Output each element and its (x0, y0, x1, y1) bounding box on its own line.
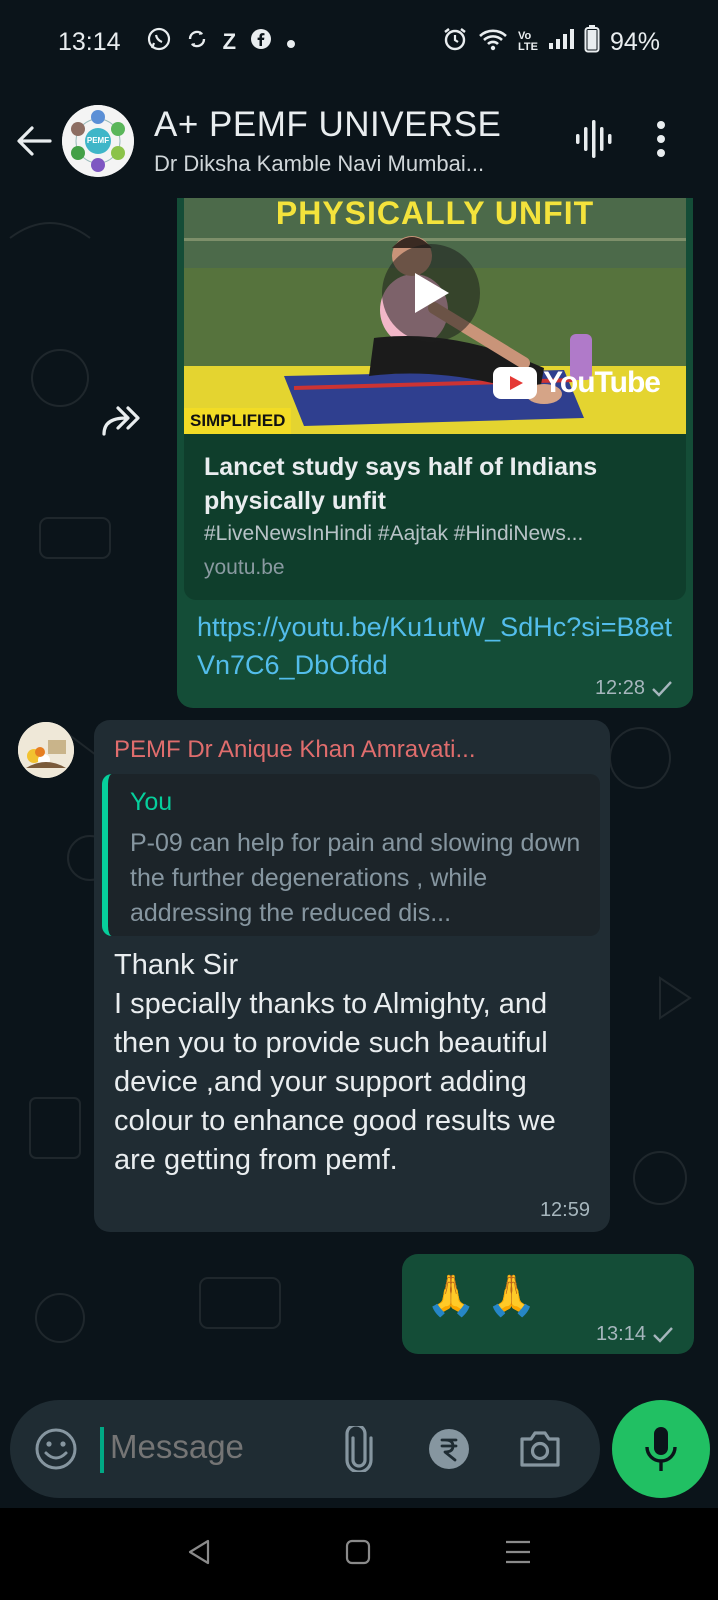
whatsapp-icon (147, 27, 171, 57)
z-icon: Z (222, 29, 237, 54)
rupee-icon (429, 1429, 469, 1469)
chat-header: PEMF A+ PEMF UNIVERSE Dr Diksha Kamble N… (0, 84, 718, 198)
attach-button[interactable] (344, 1423, 374, 1477)
system-nav-bar (0, 1508, 718, 1600)
alarm-icon (442, 26, 468, 58)
payment-button[interactable] (428, 1428, 470, 1475)
arrow-left-icon (17, 126, 52, 156)
sender-avatar-image (18, 722, 74, 778)
single-check-icon (652, 680, 672, 697)
link-description: #LiveNewsInHindi #Aajtak #HindiNews... (204, 522, 584, 545)
sync-icon (185, 27, 209, 57)
incoming-message[interactable]: PEMF Dr Anique Khan Amravati... You P-09… (94, 720, 610, 1232)
system-icons: Vo LTE 94% (442, 25, 660, 59)
sender-name[interactable]: PEMF Dr Anique Khan Amravati... (114, 736, 476, 764)
quoted-message[interactable]: You P-09 can help for pain and slowing d… (102, 774, 600, 936)
battery-level: 94% (609, 27, 660, 56)
outgoing-emoji-message[interactable]: 🙏 🙏 13:14 (402, 1254, 694, 1354)
dot-icon (286, 29, 296, 55)
nav-back-button[interactable] (186, 1538, 212, 1571)
youtube-play-icon (493, 367, 538, 399)
outgoing-link-message[interactable]: PHYSICALLY UNFIT YouTube SIMPLIFIED Lanc… (177, 198, 693, 708)
camera-icon (520, 1431, 560, 1467)
simplified-badge: SIMPLIFIED (184, 408, 292, 434)
message-timestamp: 12:28 (595, 677, 673, 700)
sender-avatar[interactable] (18, 722, 74, 778)
nav-home-button[interactable] (344, 1538, 372, 1571)
youtube-wordmark: YouTube (543, 366, 661, 399)
camera-button[interactable] (518, 1429, 562, 1474)
message-text: 🙏 🙏 (426, 1274, 537, 1318)
emoji-button[interactable] (34, 1427, 78, 1476)
more-vertical-icon (657, 120, 665, 157)
waveform-icon (576, 119, 612, 158)
time-text: 12:59 (539, 1199, 590, 1221)
avatar-label: PEMF (86, 136, 110, 145)
header-actions (574, 118, 666, 165)
message-text: Thank Sir I specially thanks to Almighty… (114, 949, 556, 1176)
message-input[interactable] (110, 1428, 330, 1466)
microphone-icon (645, 1427, 677, 1471)
menu-lines-icon (506, 1540, 530, 1563)
chat-area[interactable]: PHYSICALLY UNFIT YouTube SIMPLIFIED Lanc… (0, 198, 718, 1408)
message-timestamp: 13:14 (596, 1323, 674, 1346)
nav-recents-button[interactable] (504, 1539, 532, 1570)
time-text: 12:28 (594, 677, 645, 699)
link-preview[interactable]: PHYSICALLY UNFIT YouTube SIMPLIFIED Lanc… (184, 198, 686, 600)
video-thumbnail[interactable]: PHYSICALLY UNFIT YouTube SIMPLIFIED (184, 198, 686, 434)
triangle-back-icon (188, 1539, 210, 1564)
volte-icon: Vo LTE (517, 30, 538, 53)
signal-icon (548, 28, 574, 56)
facebook-icon (250, 28, 272, 56)
back-button[interactable] (0, 84, 68, 198)
voice-message-button[interactable] (612, 1400, 710, 1498)
youtube-logo: YouTube (493, 366, 661, 400)
text-cursor (100, 1427, 104, 1473)
header-info[interactable]: A+ PEMF UNIVERSE Dr Diksha Kamble Navi M… (154, 105, 574, 177)
message-composer (10, 1400, 600, 1498)
battery-icon (584, 25, 600, 59)
paperclip-icon (345, 1423, 373, 1474)
voice-chat-button[interactable] (574, 118, 614, 165)
link-domain: youtu.be (204, 556, 285, 579)
group-title: A+ PEMF UNIVERSE (154, 105, 502, 144)
group-avatar[interactable]: PEMF (62, 105, 134, 177)
message-link[interactable]: https://youtu.be/Ku1utW_SdHc?si=B8etVn7C… (197, 608, 677, 684)
message-timestamp: 12:59 (540, 1199, 590, 1222)
notification-icons: Z (147, 27, 296, 57)
wifi-icon (478, 27, 508, 57)
menu-button[interactable] (656, 120, 666, 162)
play-icon (415, 273, 449, 313)
time-text: 13:14 (595, 1323, 646, 1345)
link-title: Lancet study says half of Indians physic… (204, 453, 598, 515)
status-time: 13:14 (58, 27, 121, 56)
square-home-icon (345, 1539, 371, 1564)
group-members: Dr Diksha Kamble Navi Mumbai... (154, 151, 485, 176)
quote-author: You (130, 788, 173, 816)
quote-text: P-09 can help for pain and slowing down … (130, 829, 581, 927)
forward-button[interactable] (100, 402, 144, 443)
play-button[interactable] (382, 244, 480, 342)
thumbnail-heading: PHYSICALLY UNFIT (275, 198, 595, 231)
emoji-icon (35, 1428, 77, 1470)
status-bar: 13:14 Z Vo LTE 94% (0, 0, 718, 84)
forward-icon (102, 406, 140, 436)
single-check-icon (653, 1326, 673, 1343)
